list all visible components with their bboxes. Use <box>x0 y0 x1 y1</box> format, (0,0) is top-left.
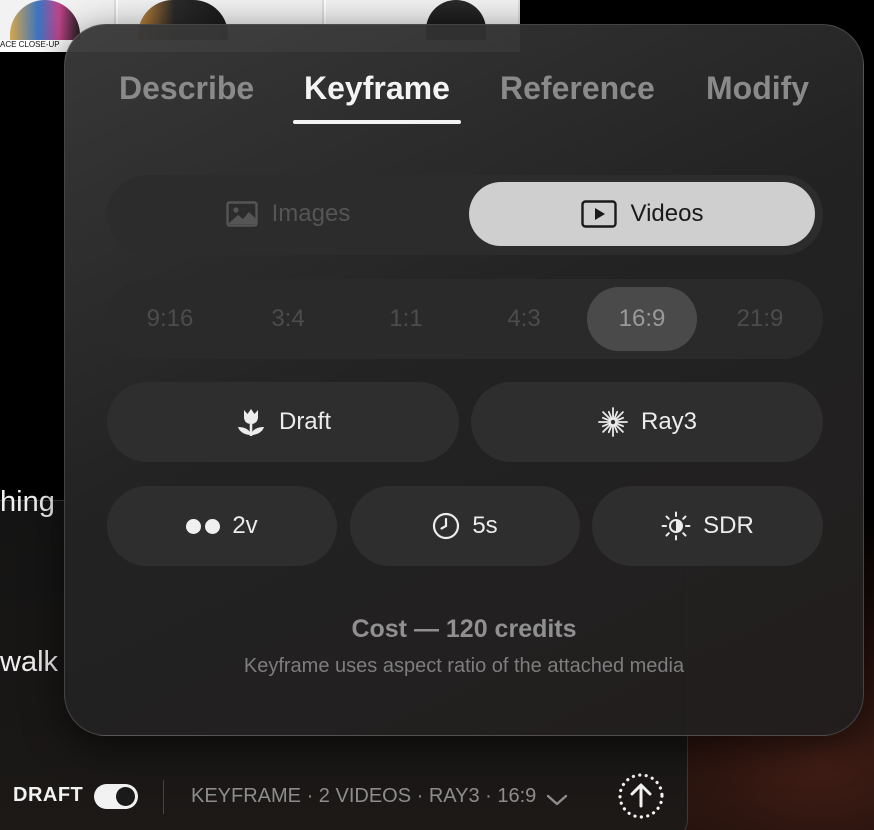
play-icon <box>580 200 617 228</box>
aspect-option[interactable]: 4:3 <box>469 287 579 351</box>
bottom-bar: DRAFT KEYFRAME · 2 VIDEOS · RAY3 · 16:9 <box>0 768 688 826</box>
submit-button[interactable] <box>617 772 665 820</box>
dynamic-range-button[interactable]: SDR <box>592 486 823 566</box>
model-label: Ray3 <box>640 408 698 435</box>
tab-modify[interactable]: Modify <box>706 70 809 107</box>
tab-reference[interactable]: Reference <box>500 70 655 107</box>
draft-toggle[interactable] <box>94 784 138 809</box>
toggle-knob <box>116 787 135 806</box>
media-option-videos[interactable]: Videos <box>469 182 815 246</box>
variants-button[interactable]: 2v <box>107 486 337 566</box>
clock-icon <box>432 512 460 540</box>
hint-text: Keyframe uses aspect ratio of the attach… <box>243 655 685 677</box>
sun-icon <box>661 511 691 541</box>
draft-label: DRAFT <box>13 784 84 806</box>
prompt-text-fragment: walk <box>0 646 59 678</box>
aspect-ratio-selector: 9:16 3:4 1:1 4:3 16:9 21:9 <box>107 279 823 359</box>
cost-text: Cost — 120 credits <box>351 615 577 643</box>
media-option-label: Images <box>271 200 351 227</box>
media-option-images[interactable]: Images <box>115 182 461 246</box>
image-icon <box>225 201 258 227</box>
tab-keyframe[interactable]: Keyframe <box>304 70 450 107</box>
aspect-option[interactable]: 3:4 <box>233 287 343 351</box>
media-type-selector: Images Videos <box>107 175 823 255</box>
quality-label: Draft <box>278 408 331 435</box>
aspect-option-selected[interactable]: 16:9 <box>587 287 697 351</box>
model-button[interactable]: Ray3 <box>471 382 823 462</box>
aspect-option[interactable]: 21:9 <box>705 287 815 351</box>
divider <box>163 780 164 814</box>
mode-tabs: Describe Keyframe Reference Modify <box>65 70 863 130</box>
aspect-option[interactable]: 1:1 <box>351 287 461 351</box>
generation-settings-panel: Describe Keyframe Reference Modify Image… <box>64 24 864 736</box>
two-dots-icon <box>186 518 221 534</box>
settings-summary[interactable]: KEYFRAME · 2 VIDEOS · RAY3 · 16:9 <box>191 785 568 808</box>
starburst-icon <box>597 406 629 438</box>
duration-label: 5s <box>472 512 498 539</box>
prompt-text-fragment: hing <box>0 486 55 518</box>
chevron-down-icon <box>546 790 568 805</box>
settings-summary-text: KEYFRAME · 2 VIDEOS · RAY3 · 16:9 <box>191 785 537 807</box>
quality-button[interactable]: Draft <box>107 382 459 462</box>
tulip-icon <box>235 406 267 438</box>
dynamic-range-label: SDR <box>703 512 754 539</box>
duration-button[interactable]: 5s <box>350 486 580 566</box>
aspect-option[interactable]: 9:16 <box>115 287 225 351</box>
tab-describe[interactable]: Describe <box>119 70 254 107</box>
active-tab-indicator <box>293 120 461 124</box>
arrow-up-icon <box>617 772 665 820</box>
variants-label: 2v <box>232 512 258 539</box>
media-option-label: Videos <box>630 200 704 227</box>
